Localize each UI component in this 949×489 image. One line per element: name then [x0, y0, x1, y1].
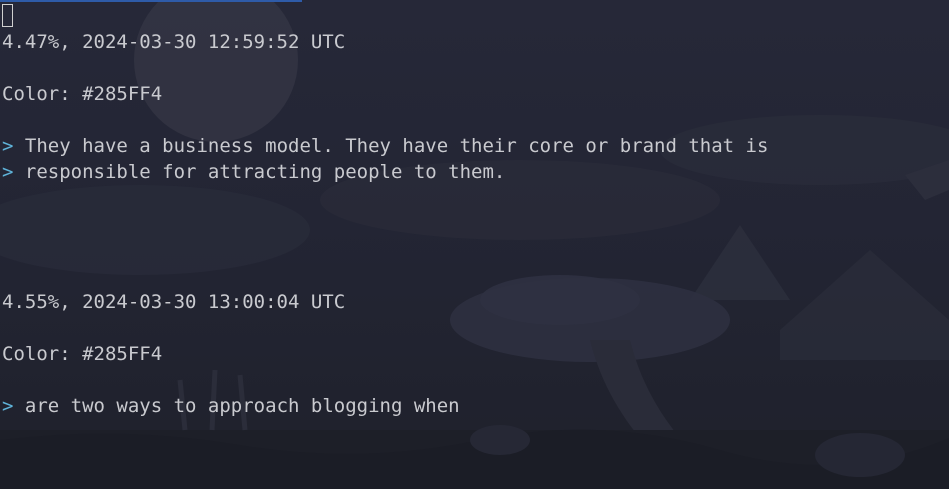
quote-marker: > — [2, 161, 14, 183]
quote-marker: > — [2, 395, 14, 417]
entry-header: 4.47%, 2024-03-30 12:59:52 UTC — [2, 31, 346, 53]
quote-text: are two ways to approach blogging when — [24, 395, 460, 417]
entry-color-line: Color: #285FF4 — [2, 343, 163, 365]
quote-line: > are two ways to approach blogging when — [2, 393, 460, 419]
entry-header: 4.55%, 2024-03-30 13:00:04 UTC — [2, 291, 346, 313]
quote-text: They have a business model. They have th… — [24, 135, 769, 157]
terminal-cursor — [2, 4, 13, 27]
entry-color-line: Color: #285FF4 — [2, 83, 163, 105]
quote-text: responsible for attracting people to the… — [24, 161, 506, 183]
quote-line: > responsible for attracting people to t… — [2, 159, 505, 185]
progress-bar — [0, 0, 302, 2]
quote-marker: > — [2, 135, 14, 157]
terminal-window[interactable]: 4.47%, 2024-03-30 12:59:52 UTC Color: #2… — [0, 0, 949, 489]
quote-line: > They have a business model. They have … — [2, 133, 768, 159]
